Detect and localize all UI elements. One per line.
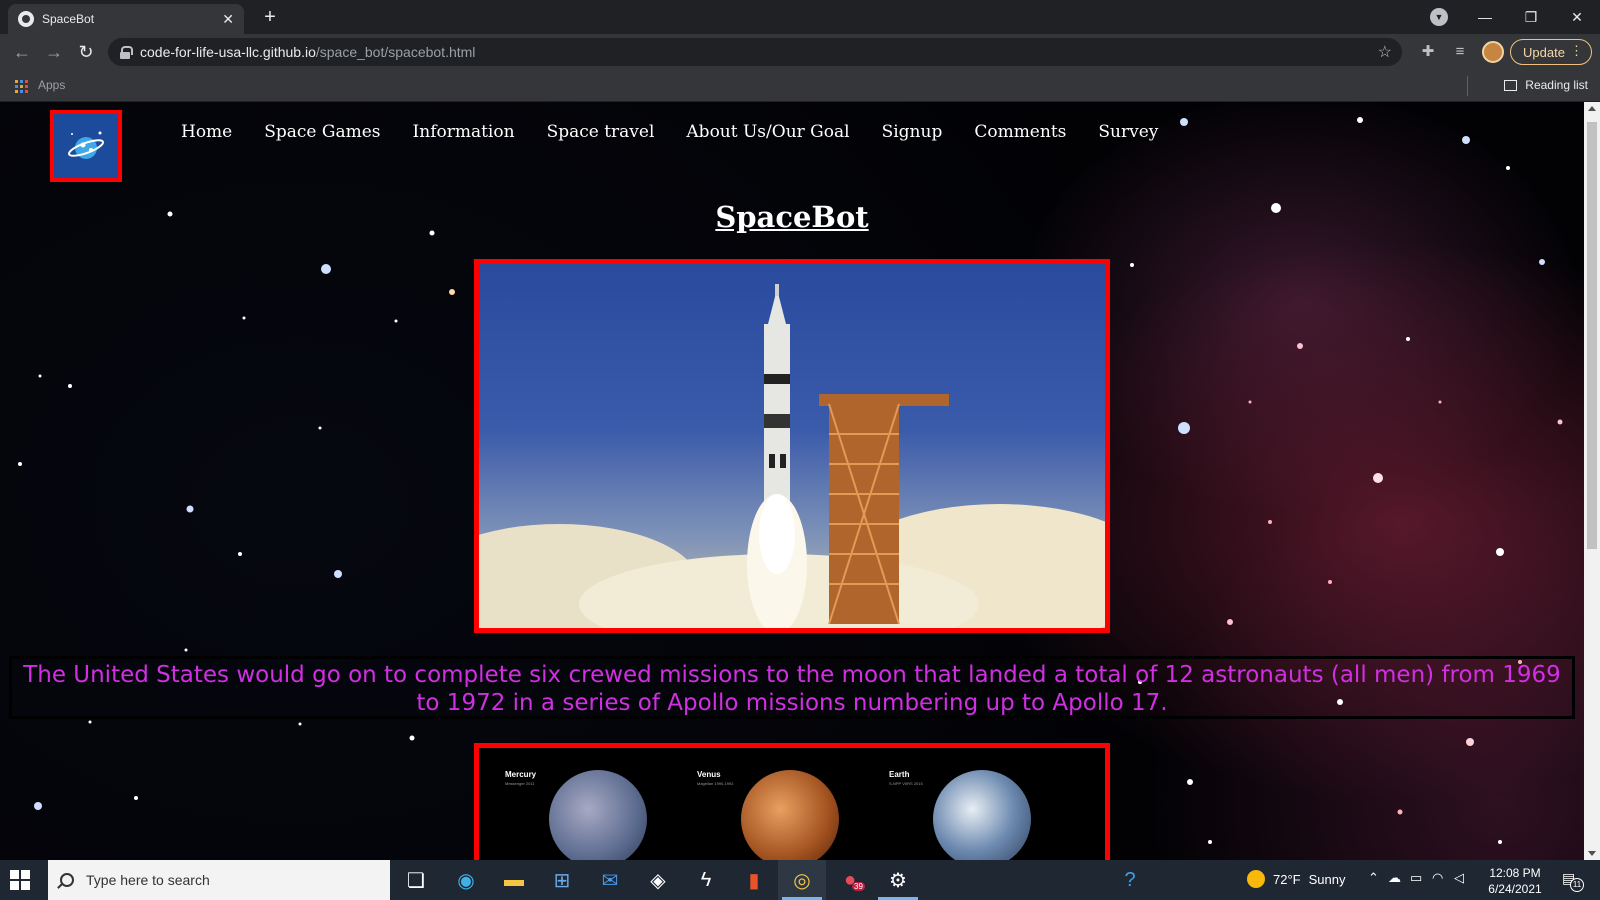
nav-about-us[interactable]: About Us/Our Goal xyxy=(686,122,849,142)
update-label: Update xyxy=(1523,44,1565,60)
nav-comments[interactable]: Comments xyxy=(974,122,1066,142)
onedrive-icon[interactable]: ☁ xyxy=(1388,870,1401,886)
globe-icon xyxy=(18,11,34,27)
task-view-icon[interactable]: ❏ xyxy=(392,860,440,900)
venus-orb xyxy=(741,770,839,860)
store-icon[interactable]: ⊞ xyxy=(538,860,586,900)
media-control-icon[interactable]: ≡ xyxy=(1450,42,1470,62)
planet-meta: Messenger 2011 xyxy=(505,781,535,786)
back-icon[interactable]: ← xyxy=(10,40,34,64)
taskbar-search-placeholder: Type here to search xyxy=(86,872,210,888)
nav-signup[interactable]: Signup xyxy=(882,122,943,142)
url-host: code-for-life-usa-llc.github.io xyxy=(140,44,316,60)
browser-toolbar: ← → ↻ code-for-life-usa-llc.github.io/sp… xyxy=(0,34,1600,70)
planet-name: Venus xyxy=(697,770,721,779)
planet-name: Mercury xyxy=(505,770,537,779)
tab-close-icon[interactable]: ✕ xyxy=(222,11,234,28)
nav-survey[interactable]: Survey xyxy=(1098,122,1158,142)
app-bolt-icon[interactable]: ϟ xyxy=(682,860,730,900)
extensions-icon[interactable]: ✚ xyxy=(1418,42,1438,62)
dropbox-icon[interactable]: ◈ xyxy=(634,860,682,900)
browser-tab[interactable]: SpaceBot ✕ xyxy=(8,4,244,34)
earth-orb xyxy=(933,770,1031,860)
wifi-icon[interactable]: ◠ xyxy=(1432,870,1443,886)
reload-icon[interactable]: ↻ xyxy=(74,40,98,64)
apps-grid-icon[interactable] xyxy=(15,80,28,93)
apps-link[interactable]: Apps xyxy=(38,78,65,92)
app-badge-count: 39 xyxy=(852,882,865,891)
profile-avatar[interactable] xyxy=(1482,41,1504,63)
tab-search-icon[interactable]: ▼ xyxy=(1430,8,1448,26)
page-scrollbar[interactable] xyxy=(1584,102,1600,860)
minimize-icon[interactable]: — xyxy=(1462,0,1508,34)
weather-text: Sunny xyxy=(1308,871,1346,887)
lock-icon xyxy=(120,46,133,59)
nav-space-travel[interactable]: Space travel xyxy=(547,122,655,142)
planet-earth: Earth S-NPP VIIRS 2015 xyxy=(863,748,1063,860)
address-bar[interactable]: code-for-life-usa-llc.github.io/space_bo… xyxy=(108,38,1402,66)
tray-chevron-icon[interactable]: ⌃ xyxy=(1368,870,1379,886)
weather-widget[interactable]: 72°F Sunny xyxy=(1247,870,1345,888)
app-badge-icon[interactable]: ● 39 xyxy=(826,860,874,900)
planet-meta: S-NPP VIIRS 2015 xyxy=(889,781,923,786)
sun-icon xyxy=(1247,870,1265,888)
rocket-launch-illustration xyxy=(479,284,1105,628)
mail-icon[interactable]: ✉ xyxy=(586,860,634,900)
mercury-orb xyxy=(549,770,647,860)
tab-title: SpaceBot xyxy=(42,12,95,26)
help-icon[interactable]: ? xyxy=(1106,860,1154,900)
notification-center-icon[interactable]: ▤ 11 xyxy=(1562,870,1584,892)
file-explorer-icon[interactable]: ▬ xyxy=(490,860,538,900)
planets-image: Mercury Messenger 2011 Venus Magellan 19… xyxy=(474,743,1110,860)
nav-space-games[interactable]: Space Games xyxy=(264,122,380,142)
planet-venus: Venus Magellan 1990-1992 xyxy=(671,748,871,860)
office-icon[interactable]: ▮ xyxy=(730,860,778,900)
weather-temp: 72°F xyxy=(1273,871,1301,887)
page-viewport: Home Space Games Information Space trave… xyxy=(0,102,1584,860)
forward-icon[interactable]: → xyxy=(42,40,66,64)
battery-icon[interactable]: ▭ xyxy=(1410,870,1422,886)
windows-taskbar: Type here to search ❏ ◉ ▬ ⊞ ✉ ◈ ϟ ▮ ◎ ● 3… xyxy=(0,860,1600,900)
planet-mercury: Mercury Messenger 2011 xyxy=(479,748,679,860)
nav-information[interactable]: Information xyxy=(413,122,515,142)
scrollbar-thumb[interactable] xyxy=(1587,122,1597,549)
menu-dots-icon[interactable]: ⋮ xyxy=(1570,43,1583,59)
volume-icon[interactable]: ◁ xyxy=(1454,870,1464,886)
taskbar-search[interactable]: Type here to search xyxy=(48,860,390,900)
close-window-icon[interactable]: ✕ xyxy=(1554,0,1600,34)
page-title: SpaceBot xyxy=(715,200,869,234)
planet-name: Earth xyxy=(889,770,910,779)
search-icon xyxy=(60,873,74,887)
system-clock[interactable]: 12:08 PM 6/24/2021 xyxy=(1480,865,1550,897)
apollo-caption: The United States would go on to complet… xyxy=(9,656,1575,719)
windows-start-icon[interactable] xyxy=(10,870,30,890)
reading-list-icon xyxy=(1504,79,1518,91)
chrome-icon[interactable]: ◎ xyxy=(778,860,826,900)
clock-time: 12:08 PM xyxy=(1489,866,1541,880)
main-nav: Home Space Games Information Space trave… xyxy=(181,122,1158,142)
clock-date: 6/24/2021 xyxy=(1488,882,1542,896)
site-logo[interactable] xyxy=(50,110,122,182)
scroll-down-icon[interactable] xyxy=(1588,851,1596,856)
bookmark-star-icon[interactable]: ☆ xyxy=(1378,42,1392,62)
notification-count: 11 xyxy=(1570,878,1584,892)
reading-list-button[interactable]: Reading list xyxy=(1504,78,1588,92)
planet-logo-icon xyxy=(67,131,105,159)
settings-gear-icon[interactable]: ⚙ xyxy=(874,860,922,900)
tab-strip: SpaceBot ✕ + ▼ — ❐ ✕ xyxy=(0,0,1600,34)
nav-home[interactable]: Home xyxy=(181,122,232,142)
new-tab-button[interactable]: + xyxy=(258,6,282,30)
update-button[interactable]: Update ⋮ xyxy=(1510,39,1592,65)
url-path: /space_bot/spacebot.html xyxy=(315,44,476,60)
bookmarks-divider xyxy=(1467,76,1468,96)
reading-list-label: Reading list xyxy=(1525,78,1588,92)
scroll-up-icon[interactable] xyxy=(1588,106,1596,111)
rocket-launch-image xyxy=(474,259,1110,633)
edge-icon[interactable]: ◉ xyxy=(442,860,490,900)
restore-icon[interactable]: ❐ xyxy=(1508,0,1554,34)
bookmarks-bar: Apps Reading list xyxy=(0,70,1600,102)
planet-meta: Magellan 1990-1992 xyxy=(697,781,734,786)
